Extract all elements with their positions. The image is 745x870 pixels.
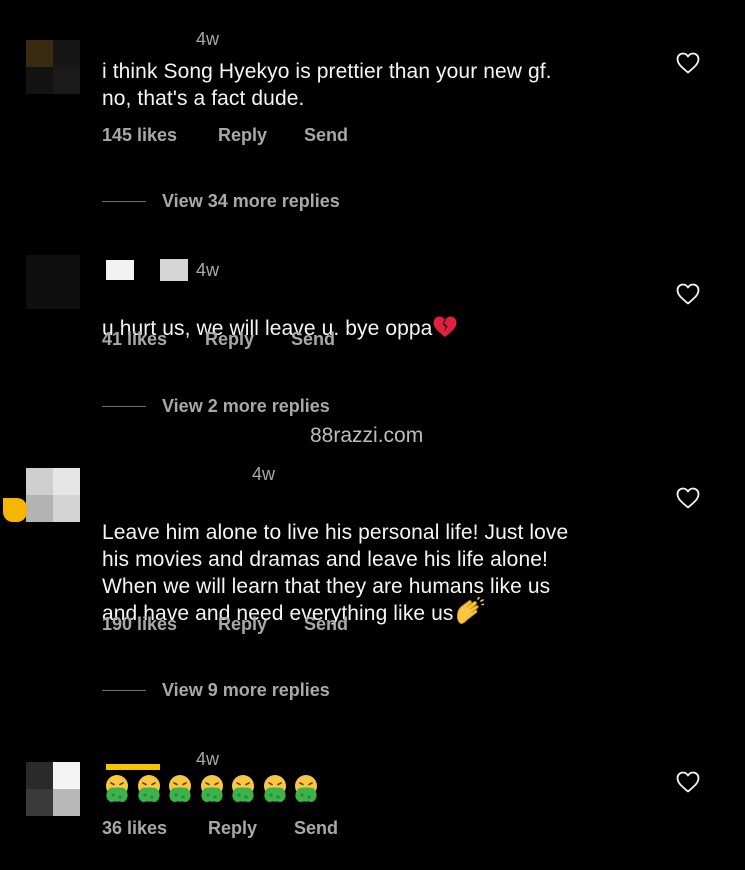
send-button[interactable]: Send: [304, 125, 348, 146]
comment-text: i think Song Hyekyo is prettier than you…: [102, 60, 552, 110]
divider-line: [102, 201, 146, 202]
divider-line: [102, 406, 146, 407]
emoji-row: [103, 774, 324, 806]
likes-count[interactable]: 41 likes: [102, 329, 205, 350]
avatar[interactable]: [26, 468, 80, 522]
clapping-hands-icon: [456, 597, 484, 625]
comment-timestamp: 4w: [196, 29, 220, 49]
comment-text-content: Leave him alone to live his personal lif…: [102, 521, 569, 625]
broken-heart-icon: [433, 316, 457, 338]
comment-timestamp: 4w: [252, 464, 276, 484]
likes-count[interactable]: 190 likes: [102, 614, 218, 635]
send-button[interactable]: Send: [304, 614, 348, 635]
comment-timestamp: 4w: [196, 749, 220, 769]
reply-button[interactable]: Reply: [205, 329, 291, 350]
comment-timestamp: 4w: [196, 260, 220, 280]
vomiting-face-icon: [263, 775, 286, 802]
heart-icon[interactable]: [676, 283, 700, 305]
view-replies-label: View 34 more replies: [162, 191, 340, 211]
likes-count[interactable]: 36 likes: [102, 818, 208, 839]
heart-icon[interactable]: [676, 52, 700, 74]
view-replies-link[interactable]: View 9 more replies: [102, 680, 330, 701]
heart-icon[interactable]: [676, 771, 700, 793]
view-replies-link[interactable]: View 2 more replies: [102, 396, 330, 417]
reply-button[interactable]: Reply: [218, 614, 304, 635]
vomiting-face-icon: [295, 775, 317, 802]
avatar[interactable]: [26, 40, 80, 94]
redacted-username-block: [106, 764, 160, 770]
avatar[interactable]: [26, 762, 80, 816]
avatar[interactable]: [26, 255, 80, 309]
redacted-username-block: [106, 260, 134, 280]
comment-text: Leave him alone to live his personal lif…: [102, 492, 568, 627]
divider-line: [102, 690, 146, 691]
send-button[interactable]: Send: [294, 818, 338, 839]
heart-icon[interactable]: [676, 487, 700, 509]
view-replies-label: View 2 more replies: [162, 396, 330, 416]
vomiting-face-icon: [232, 775, 254, 802]
view-replies-link[interactable]: View 34 more replies: [102, 191, 340, 212]
likes-count[interactable]: 145 likes: [102, 125, 218, 146]
redacted-username-block: [160, 259, 188, 281]
view-replies-label: View 9 more replies: [162, 680, 330, 700]
vomiting-face-icon: [106, 775, 128, 802]
vomiting-face-icon: [200, 775, 223, 802]
reply-button[interactable]: Reply: [208, 818, 294, 839]
vomiting-face-icon: [169, 775, 191, 802]
send-button[interactable]: Send: [291, 329, 335, 350]
avatar-badge: [3, 498, 27, 522]
reply-button[interactable]: Reply: [218, 125, 304, 146]
vomiting-face-icon: [137, 775, 160, 802]
watermark: 88razzi.com: [310, 424, 424, 447]
